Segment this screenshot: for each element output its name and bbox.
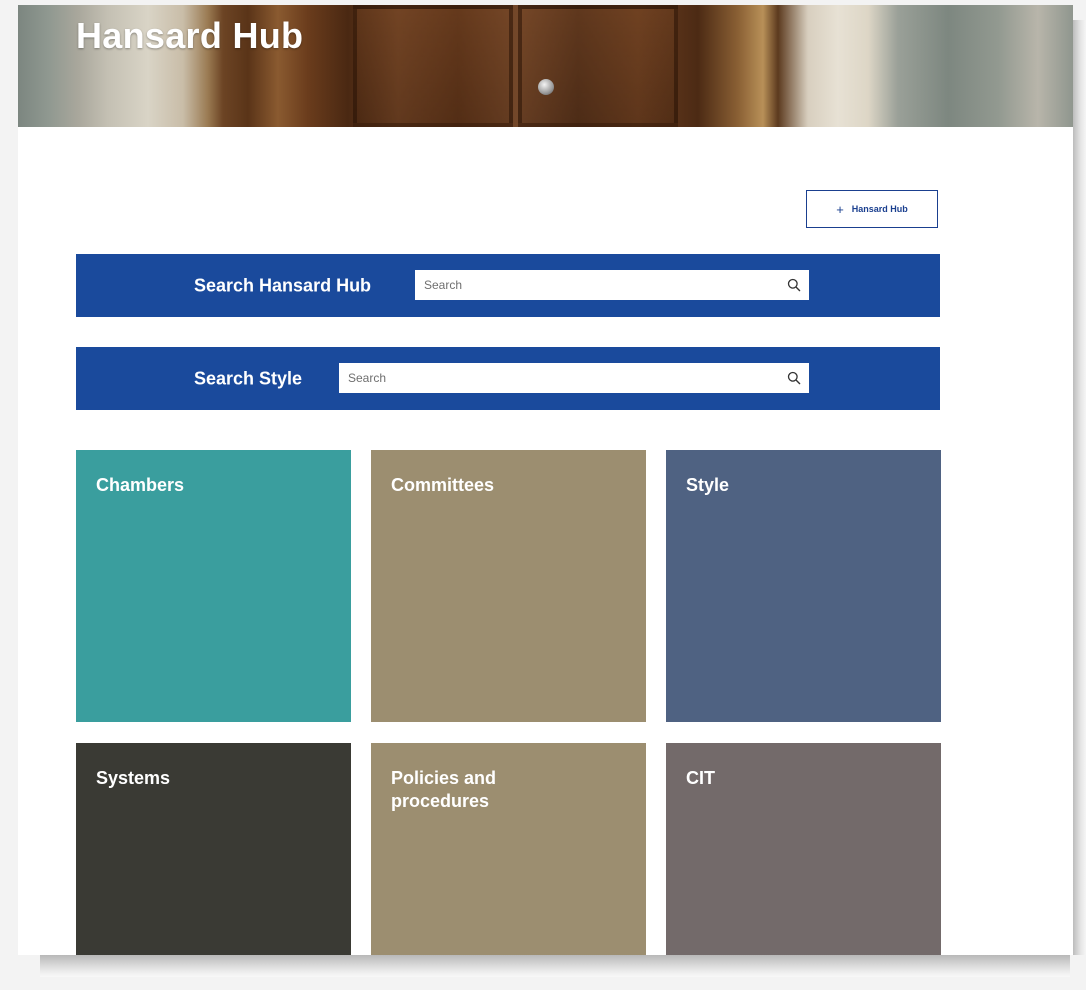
search-hansard-hub-input[interactable] — [415, 270, 779, 300]
tile-label: CIT — [686, 768, 715, 788]
add-button-label: Hansard Hub — [851, 204, 908, 214]
tile-chambers[interactable]: Chambers — [76, 450, 351, 722]
search-icon[interactable] — [779, 363, 809, 393]
search-icon[interactable] — [779, 270, 809, 300]
header-banner: Hansard Hub — [18, 5, 1073, 127]
search-hansard-hub-label: Search Hansard Hub — [194, 275, 372, 295]
plus-icon: + — [836, 201, 844, 217]
door-panel-right — [518, 5, 678, 127]
page-title: Hansard Hub — [76, 15, 304, 56]
tile-label: Policies and procedures — [391, 768, 497, 811]
search-style-label: Search Style — [194, 368, 303, 388]
search-hansard-hub-box — [415, 270, 809, 300]
add-hansard-hub-button[interactable]: + Hansard Hub — [806, 190, 938, 228]
door-panel-left — [353, 5, 513, 127]
page-shadow-right — [1073, 20, 1086, 955]
page-shadow-bottom — [40, 955, 1070, 977]
search-hansard-hub-bar: Search Hansard Hub — [76, 254, 940, 317]
page-frame: Hansard Hub + Hansard Hub Search Hansard… — [18, 5, 1073, 955]
tile-label: Systems — [96, 768, 171, 788]
tile-label: Style — [686, 475, 730, 495]
search-style-box — [339, 363, 809, 393]
door-knob — [538, 79, 554, 95]
search-style-input[interactable] — [339, 363, 779, 393]
tile-label: Committees — [391, 475, 495, 495]
tile-label: Chambers — [96, 475, 185, 495]
search-style-bar: Search Style — [76, 347, 940, 410]
tile-cit[interactable]: CIT — [666, 743, 941, 955]
tile-systems[interactable]: Systems — [76, 743, 351, 955]
tile-committees[interactable]: Committees — [371, 450, 646, 722]
tile-style[interactable]: Style — [666, 450, 941, 722]
tile-policies-and-procedures[interactable]: Policies and procedures — [371, 743, 646, 955]
